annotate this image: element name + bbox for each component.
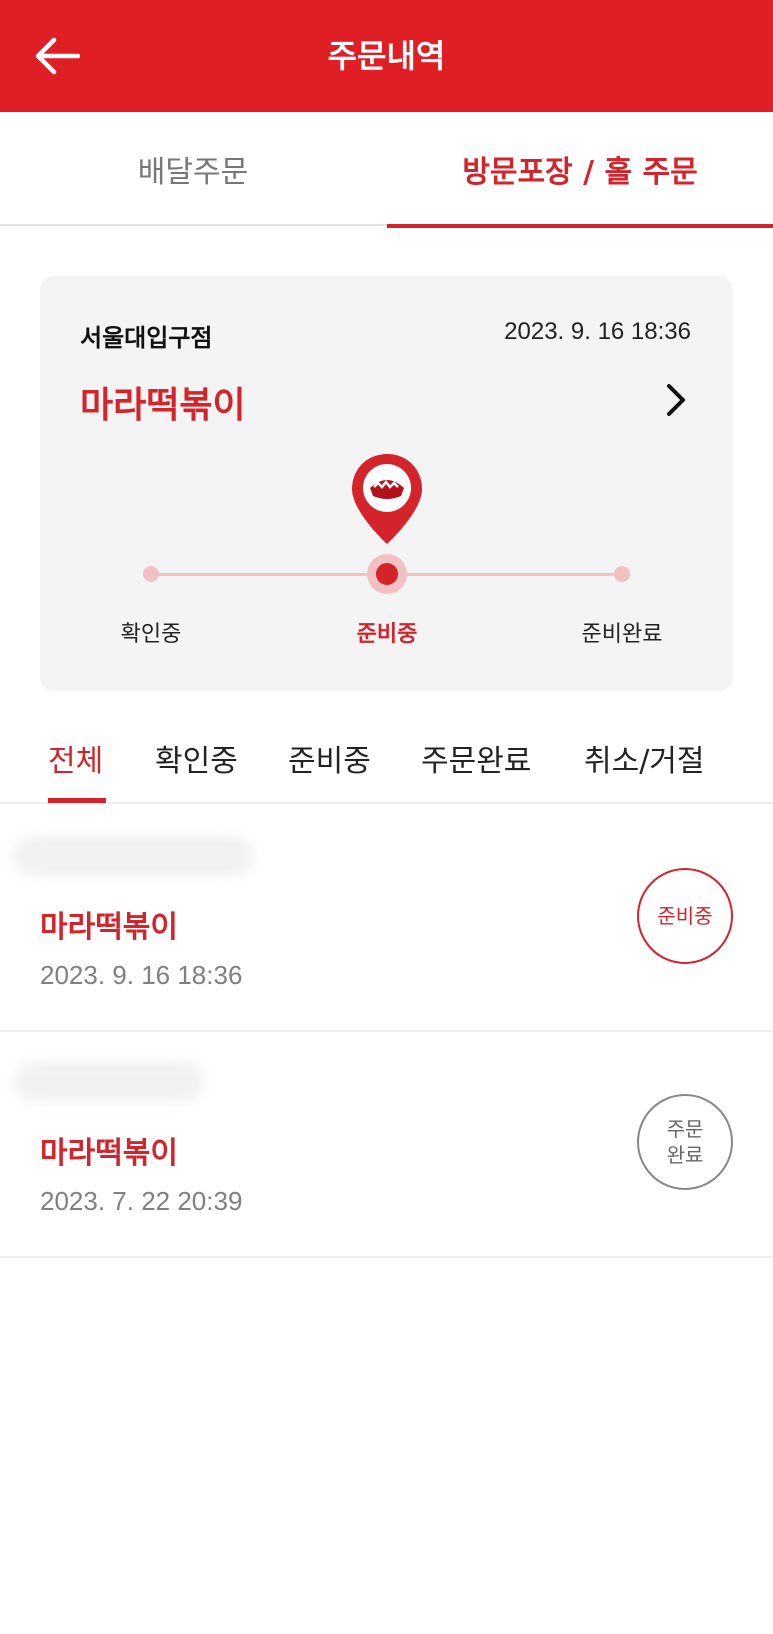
order-datetime: 2023. 9. 16 18:36 bbox=[504, 318, 691, 345]
status-badge[interactable]: 준비중 bbox=[637, 868, 733, 964]
store-name: 서울대입구점 bbox=[80, 324, 213, 352]
order-list-item[interactable]: 마라떡볶이 2023. 7. 22 20:39 주문 완료 bbox=[0, 1032, 773, 1258]
status-line-2: 완료 bbox=[666, 1143, 704, 1167]
page-title: 주문내역 bbox=[327, 37, 446, 75]
location-pin-icon bbox=[352, 454, 422, 544]
redacted-store-name bbox=[14, 1062, 204, 1102]
status-line-1: 주문 bbox=[666, 1117, 704, 1141]
filter-tab-preparing[interactable]: 준비중 bbox=[288, 736, 371, 780]
step-dot-preparing bbox=[367, 554, 407, 594]
order-list-item[interactable]: 마라떡볶이 2023. 9. 16 18:36 준비중 bbox=[0, 806, 773, 1032]
filter-tab-completed[interactable]: 주문완료 bbox=[421, 736, 531, 780]
chevron-right-icon[interactable] bbox=[661, 380, 691, 420]
step-label-ready: 준비완료 bbox=[581, 622, 663, 647]
order-menu-name: 마라떡볶이 bbox=[40, 1136, 178, 1171]
redacted-store-name bbox=[14, 836, 254, 876]
order-type-tabs: 배달주문 방문포장 / 홀 주문 bbox=[0, 112, 773, 228]
filter-tab-cancelled[interactable]: 취소/거절 bbox=[584, 736, 705, 780]
filter-tab-all[interactable]: 전체 bbox=[48, 736, 103, 780]
tab-delivery[interactable]: 배달주문 bbox=[0, 112, 386, 226]
order-menu-name: 마라떡볶이 bbox=[80, 385, 246, 426]
order-date: 2023. 7. 22 20:39 bbox=[40, 1186, 243, 1216]
order-date: 2023. 9. 16 18:36 bbox=[40, 960, 243, 990]
step-dot-ready bbox=[614, 566, 630, 582]
step-dot-checking bbox=[143, 566, 159, 582]
step-label-checking: 확인중 bbox=[120, 622, 182, 647]
current-order-card[interactable]: 서울대입구점 2023. 9. 16 18:36 마라떡볶이 확인중 준비중 준… bbox=[40, 276, 733, 691]
active-tab-indicator bbox=[48, 798, 106, 803]
status-filter-tabs: 전체 확인중 준비중 주문완료 취소/거절 bbox=[0, 712, 773, 804]
app-bar: 주문내역 bbox=[0, 0, 773, 112]
order-menu-name: 마라떡볶이 bbox=[40, 910, 178, 945]
status-badge[interactable]: 주문 완료 bbox=[637, 1094, 733, 1190]
filter-tab-checking[interactable]: 확인중 bbox=[155, 736, 238, 780]
step-label-preparing: 준비중 bbox=[356, 622, 418, 647]
tab-pickup-dinein[interactable]: 방문포장 / 홀 주문 bbox=[387, 112, 773, 228]
